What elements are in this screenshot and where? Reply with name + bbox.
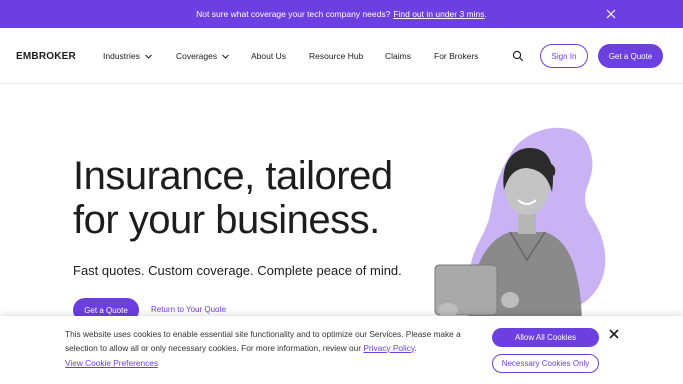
nav-item-industries[interactable]: Industries bbox=[103, 51, 152, 61]
nav-item-claims[interactable]: Claims bbox=[385, 51, 411, 61]
allow-all-cookies-button[interactable]: Allow All Cookies bbox=[492, 328, 599, 347]
nav-item-for-brokers[interactable]: For Brokers bbox=[434, 51, 478, 61]
hero-title-line: for your business. bbox=[73, 198, 380, 242]
nav-item-coverages[interactable]: Coverages bbox=[176, 51, 229, 61]
nav-item-label: Industries bbox=[103, 51, 140, 61]
necessary-cookies-button[interactable]: Necessary Cookies Only bbox=[492, 354, 599, 373]
nav-item-label: Resource Hub bbox=[309, 51, 364, 61]
hero-subtitle: Fast quotes. Custom coverage. Complete p… bbox=[73, 263, 402, 278]
hero-title: Insurance, tailored for your business. bbox=[73, 154, 393, 242]
cookie-message: This website uses cookies to enable esse… bbox=[65, 328, 485, 355]
cookie-text-suffix: . bbox=[414, 342, 417, 353]
announcement-suffix: . bbox=[484, 9, 487, 19]
chevron-down-icon bbox=[145, 54, 152, 59]
sign-in-button[interactable]: Sign In bbox=[540, 44, 588, 68]
chevron-down-icon bbox=[222, 54, 229, 59]
nav-item-label: About Us bbox=[251, 51, 286, 61]
close-icon[interactable] bbox=[608, 328, 620, 340]
announcement-bar: Not sure what coverage your tech company… bbox=[0, 0, 683, 28]
logo[interactable]: EMBROKER bbox=[16, 51, 76, 62]
hero-title-line: Insurance, tailored bbox=[73, 154, 393, 198]
hero-image bbox=[434, 127, 606, 320]
cookie-preferences-link[interactable]: View Cookie Preferences bbox=[65, 358, 158, 368]
nav-item-label: Claims bbox=[385, 51, 411, 61]
announcement-text: Not sure what coverage your tech company… bbox=[196, 9, 391, 19]
nav-item-label: For Brokers bbox=[434, 51, 479, 61]
nav-item-about-us[interactable]: About Us bbox=[251, 51, 286, 61]
get-quote-button[interactable]: Get a Quote bbox=[598, 44, 663, 68]
top-nav: EMBROKER Industries Coverages About Us R… bbox=[0, 28, 683, 84]
announcement-link[interactable]: Find out in under 3 mins bbox=[393, 9, 484, 19]
privacy-policy-link[interactable]: Privacy Policy bbox=[363, 343, 414, 353]
cookie-banner: This website uses cookies to enable esse… bbox=[0, 316, 683, 384]
return-to-quote-link[interactable]: Return to Your Quote bbox=[151, 305, 226, 314]
search-icon[interactable] bbox=[512, 50, 524, 62]
close-icon[interactable] bbox=[605, 8, 617, 20]
nav-item-resource-hub[interactable]: Resource Hub bbox=[309, 51, 363, 61]
nav-item-label: Coverages bbox=[176, 51, 218, 61]
